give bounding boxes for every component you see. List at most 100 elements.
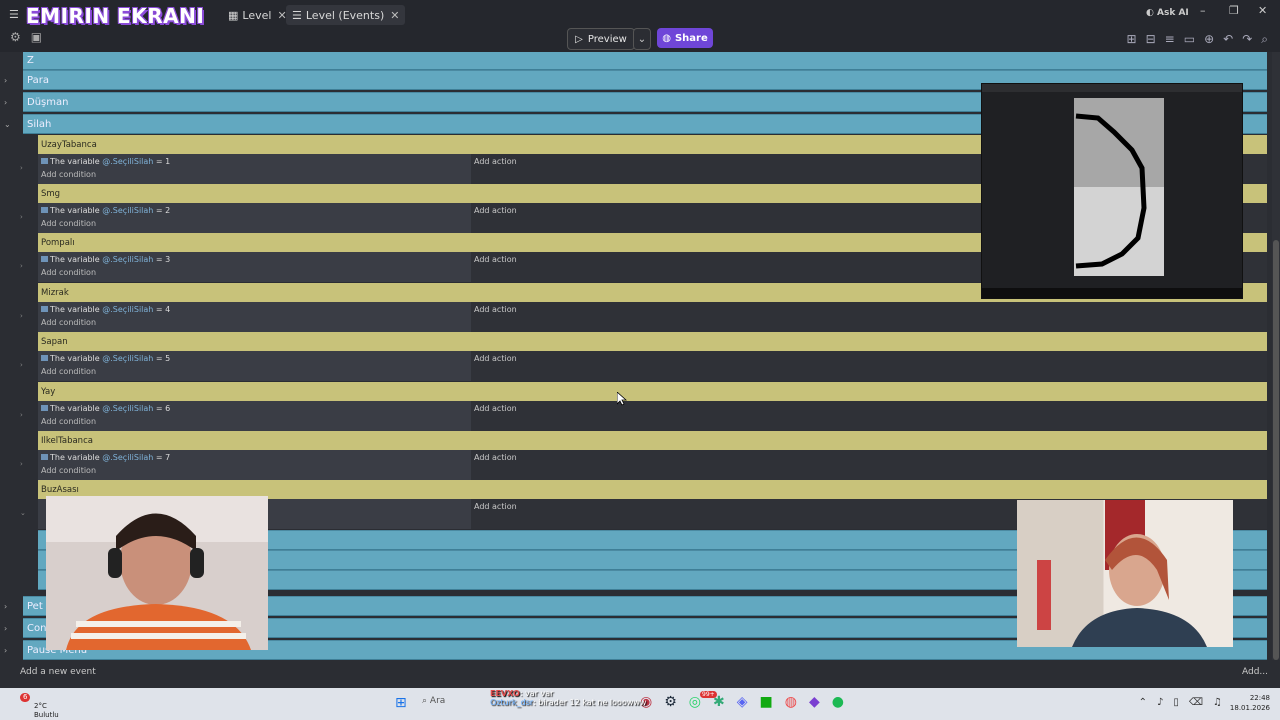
- search-icon[interactable]: ⌕: [1261, 32, 1268, 47]
- settings-icon[interactable]: ⚙: [10, 30, 21, 44]
- chrome-icon[interactable]: ◍: [785, 694, 797, 710]
- discord-icon[interactable]: ◈: [737, 694, 748, 710]
- condition-cell[interactable]: The variable @.SeçiliSilah = 1 Add condi…: [38, 154, 471, 184]
- action-cell[interactable]: Add action: [471, 450, 1267, 480]
- chevron-right-icon[interactable]: ›: [4, 76, 7, 85]
- condition-cell[interactable]: The variable @.SeçiliSilah = 7 Add condi…: [38, 450, 471, 480]
- ask-ai-button[interactable]: ◐ Ask AI: [1146, 8, 1189, 18]
- chevron-right-icon[interactable]: ›: [20, 312, 23, 320]
- preview-dropdown[interactable]: ⌄: [633, 28, 651, 50]
- variable-value: 2: [165, 206, 171, 215]
- chevron-right-icon[interactable]: ›: [4, 98, 7, 107]
- add-icon[interactable]: ⊕: [1204, 32, 1214, 47]
- chevron-right-icon[interactable]: ›: [20, 361, 23, 369]
- add-action-link[interactable]: Add action: [474, 305, 517, 314]
- condition-line[interactable]: The variable @.SeçiliSilah = 5: [41, 354, 170, 363]
- bow-sprite-icon: [1075, 113, 1147, 269]
- steam-icon[interactable]: ⚙: [664, 694, 677, 710]
- taskbar-search[interactable]: ⌕ Ara: [422, 696, 445, 706]
- whatsapp-icon[interactable]: ◎: [689, 694, 701, 710]
- tab-level-events[interactable]: ☰ Level (Events) ✕: [286, 5, 406, 25]
- save-icon[interactable]: ▣: [31, 30, 42, 44]
- condition-text: The variable: [50, 305, 100, 314]
- preview-button[interactable]: ▷ Preview: [567, 28, 635, 50]
- event-header[interactable]: IlkelTabanca: [38, 431, 1267, 450]
- condition-line[interactable]: The variable @.SeçiliSilah = 3: [41, 255, 170, 264]
- event-name: Smg: [41, 188, 61, 199]
- add-condition-link[interactable]: Add condition: [41, 466, 96, 475]
- add-action-link[interactable]: Add action: [474, 255, 517, 264]
- comment-icon[interactable]: ▭: [1184, 32, 1195, 47]
- chevron-right-icon[interactable]: ›: [20, 262, 23, 270]
- add-group-icon[interactable]: ≡: [1165, 32, 1175, 47]
- window-close-icon[interactable]: ✕: [1258, 4, 1267, 17]
- add-condition-link[interactable]: Add condition: [41, 268, 96, 277]
- microphone-icon[interactable]: ♪: [1157, 697, 1163, 708]
- condition-line[interactable]: The variable @.SeçiliSilah = 4: [41, 305, 170, 314]
- ai-icon: ◐: [1146, 8, 1154, 18]
- add-action-link[interactable]: Add action: [474, 157, 517, 166]
- redo-icon[interactable]: ↷: [1242, 32, 1252, 47]
- undo-icon[interactable]: ↶: [1223, 32, 1233, 47]
- chevron-down-icon[interactable]: ⌄: [4, 120, 11, 129]
- chevron-right-icon[interactable]: ›: [20, 460, 23, 468]
- add-action-link[interactable]: Add action: [474, 206, 517, 215]
- minimize-icon[interactable]: –: [1200, 4, 1206, 17]
- share-button[interactable]: ◍ Share: [657, 28, 713, 48]
- trash-icon[interactable]: ⌫: [1189, 697, 1203, 708]
- add-condition-link[interactable]: Add condition: [41, 219, 96, 228]
- add-subevent-icon[interactable]: ⊟: [1146, 32, 1156, 47]
- action-cell[interactable]: Add action: [471, 302, 1267, 332]
- maximize-icon[interactable]: ❐: [1229, 4, 1239, 17]
- condition-cell[interactable]: The variable @.SeçiliSilah = 6 Add condi…: [38, 401, 471, 431]
- action-cell[interactable]: Add action: [471, 401, 1267, 431]
- add-action-link[interactable]: Add action: [474, 354, 517, 363]
- condition-cell[interactable]: The variable @.SeçiliSilah = 4 Add condi…: [38, 302, 471, 332]
- chevron-up-icon[interactable]: ⌃: [1139, 697, 1147, 708]
- add-condition-link[interactable]: Add condition: [41, 318, 96, 327]
- app-icon[interactable]: ■: [760, 694, 773, 710]
- chevron-down-icon[interactable]: ⌄: [20, 509, 26, 517]
- condition-cell[interactable]: The variable @.SeçiliSilah = 2 Add condi…: [38, 203, 471, 233]
- add-new-event-link[interactable]: Add a new event: [20, 667, 96, 677]
- close-icon[interactable]: ✕: [390, 9, 399, 22]
- scrollbar-thumb[interactable]: [1273, 240, 1279, 660]
- variable-name: @.SeçiliSilah: [102, 157, 154, 166]
- taskbar-clock[interactable]: 22:48 18.01.2026: [1230, 693, 1270, 713]
- chevron-right-icon[interactable]: ›: [20, 164, 23, 172]
- chevron-right-icon[interactable]: ›: [20, 411, 23, 419]
- volume-icon[interactable]: ♫: [1213, 697, 1222, 708]
- menu-icon[interactable]: ☰: [9, 8, 19, 21]
- spotify-icon[interactable]: ●: [832, 694, 844, 710]
- gdevelop-icon[interactable]: ◆: [809, 694, 820, 710]
- add-action-link[interactable]: Add action: [474, 502, 517, 511]
- event-header[interactable]: Sapan: [38, 332, 1267, 351]
- chevron-right-icon[interactable]: ›: [20, 213, 23, 221]
- chevron-right-icon[interactable]: ›: [4, 624, 7, 633]
- windows-start-icon[interactable]: ⊞: [395, 695, 407, 711]
- add-menu-link[interactable]: Add...: [1242, 667, 1268, 677]
- add-action-link[interactable]: Add action: [474, 453, 517, 462]
- add-event-icon[interactable]: ⊞: [1127, 32, 1137, 47]
- add-condition-link[interactable]: Add condition: [41, 367, 96, 376]
- operator: =: [155, 354, 163, 363]
- action-cell[interactable]: Add action: [471, 351, 1267, 381]
- condition-line[interactable]: The variable @.SeçiliSilah = 7: [41, 453, 170, 462]
- add-action-link[interactable]: Add action: [474, 404, 517, 413]
- condition-line[interactable]: The variable @.SeçiliSilah = 6: [41, 404, 170, 413]
- add-condition-link[interactable]: Add condition: [41, 417, 96, 426]
- group-z[interactable]: Z: [23, 52, 1267, 70]
- tab-level[interactable]: ▦ Level ✕: [228, 5, 287, 25]
- event-header[interactable]: Yay: [38, 382, 1267, 401]
- condition-line[interactable]: The variable @.SeçiliSilah = 2: [41, 206, 170, 215]
- condition-cell[interactable]: The variable @.SeçiliSilah = 5 Add condi…: [38, 351, 471, 381]
- condition-cell[interactable]: The variable @.SeçiliSilah = 3 Add condi…: [38, 252, 471, 282]
- battery-icon[interactable]: ▯: [1173, 697, 1179, 708]
- streamer-silhouette-icon: [1037, 500, 1207, 647]
- condition-line[interactable]: The variable @.SeçiliSilah = 1: [41, 157, 170, 166]
- chevron-right-icon[interactable]: ›: [4, 602, 7, 611]
- chat-message: : var var: [519, 689, 554, 698]
- add-condition-link[interactable]: Add condition: [41, 170, 96, 179]
- weather-widget[interactable]: 6 2°C Bulutlu: [20, 693, 59, 720]
- chevron-right-icon[interactable]: ›: [4, 646, 7, 655]
